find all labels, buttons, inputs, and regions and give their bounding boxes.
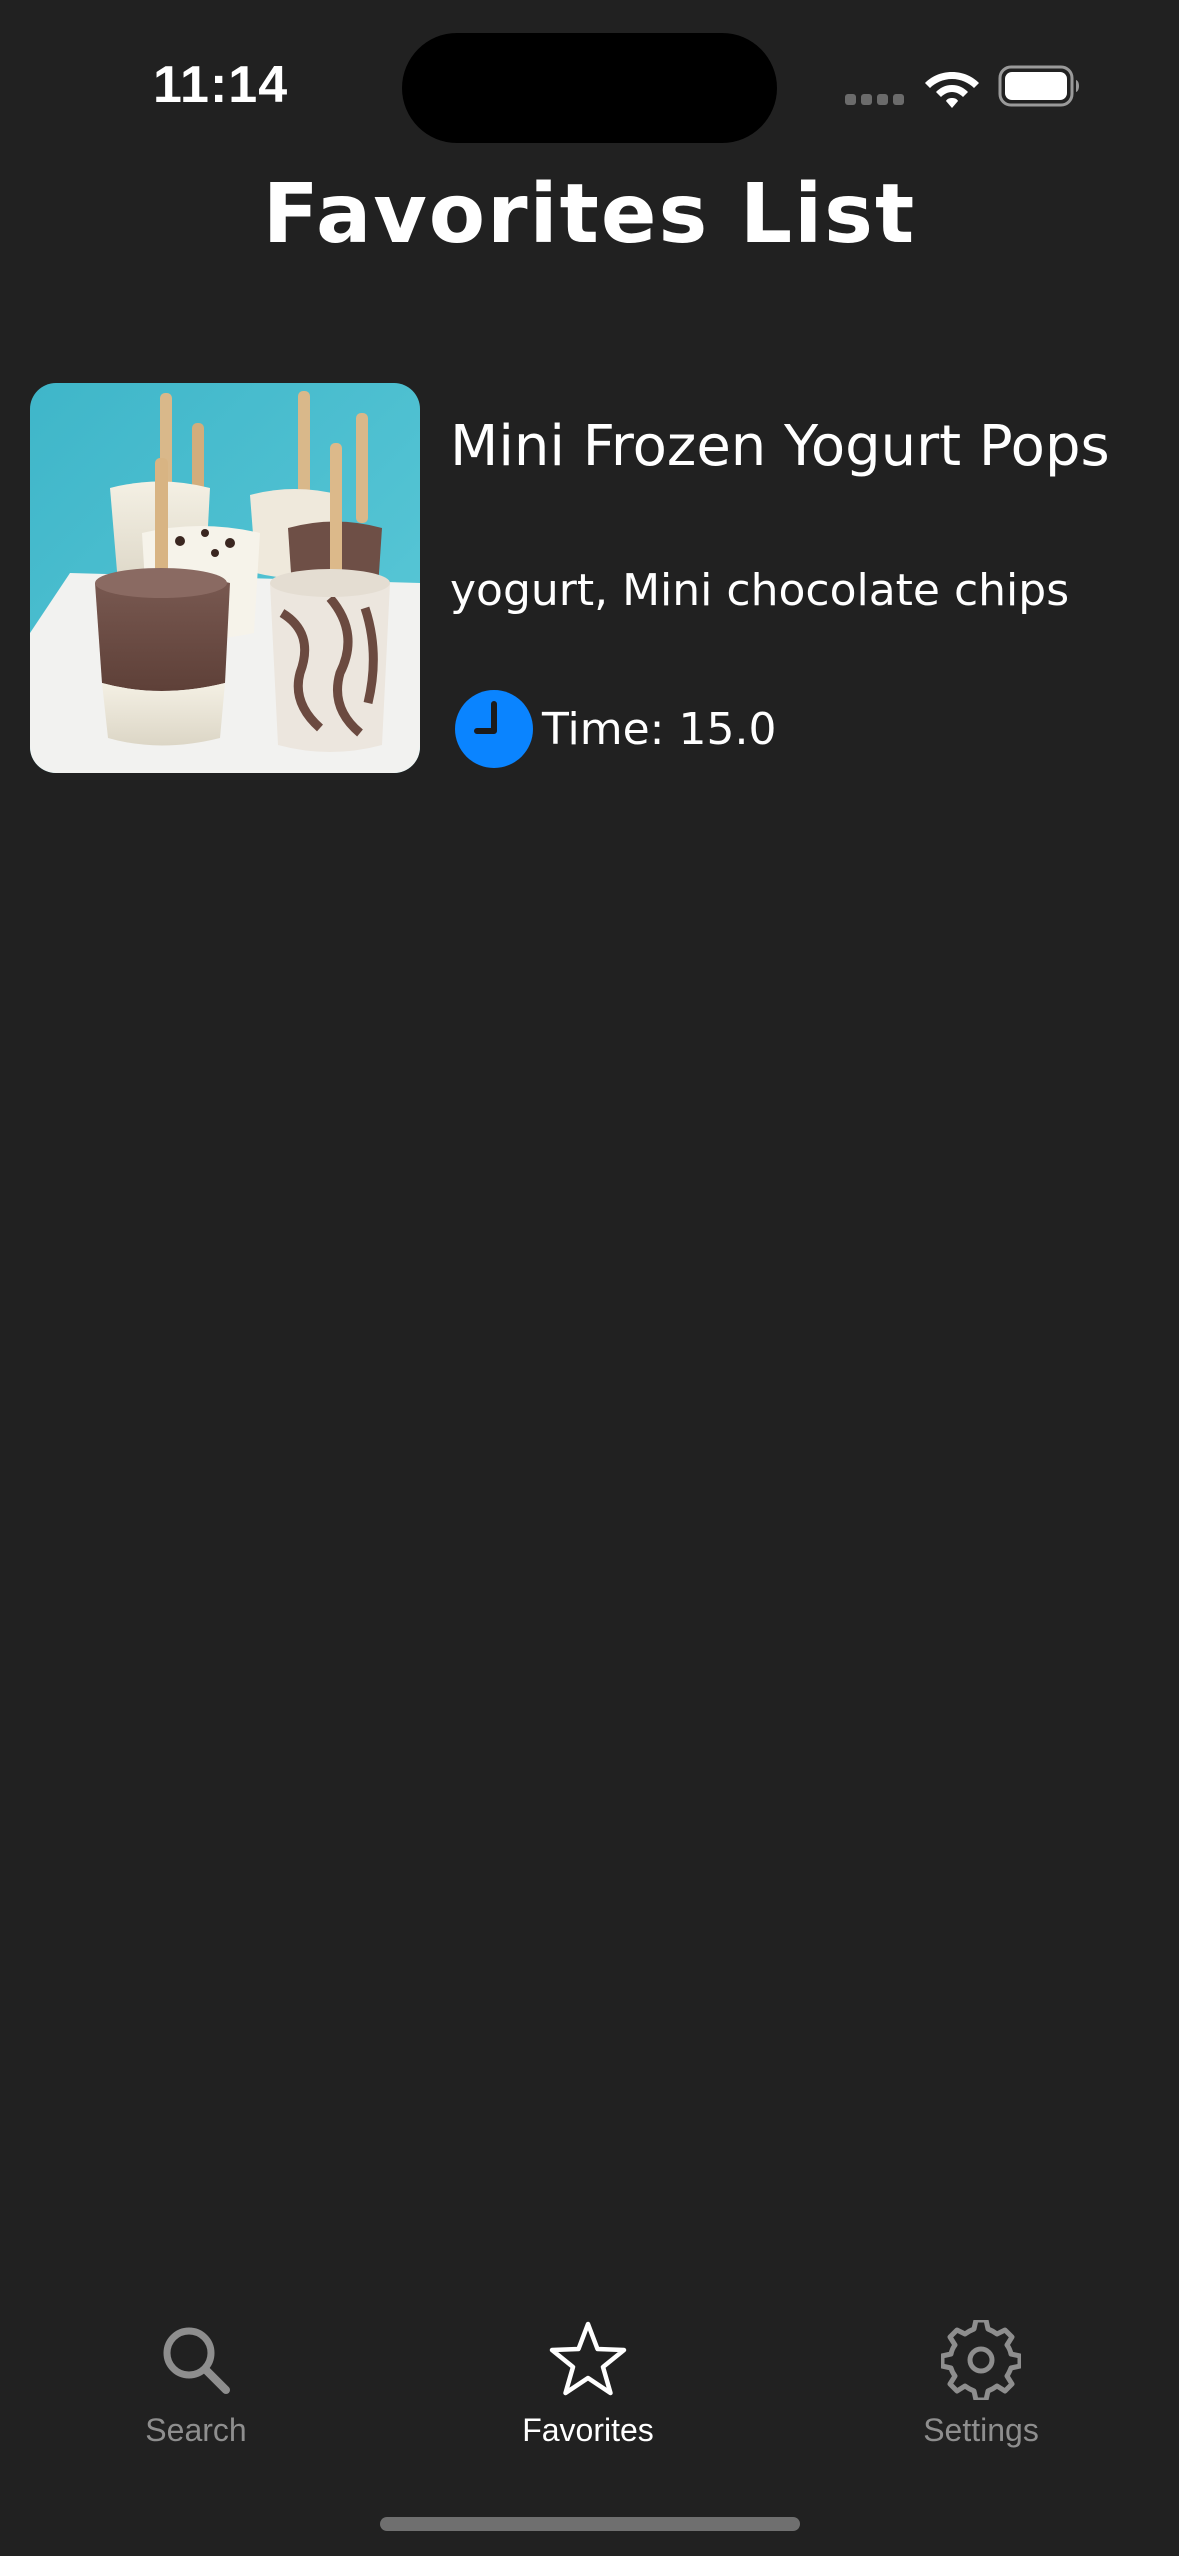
wifi-icon xyxy=(925,72,979,108)
tab-settings[interactable]: Settings xyxy=(881,2320,1081,2460)
tab-favorites[interactable]: Favorites xyxy=(488,2320,688,2460)
home-indicator[interactable] xyxy=(380,2517,800,2531)
recipe-time-label: Time: 15.0 xyxy=(542,704,777,755)
tab-search-label: Search xyxy=(145,2412,247,2448)
dynamic-island xyxy=(402,33,777,143)
recipe-ingredients: yogurt, Mini chocolate chips xyxy=(450,565,1070,616)
battery-icon xyxy=(998,65,1079,107)
gear-icon xyxy=(941,2320,1021,2400)
recipe-title: Mini Frozen Yogurt Pops xyxy=(450,414,1110,479)
tab-favorites-label: Favorites xyxy=(522,2412,654,2448)
tab-search[interactable]: Search xyxy=(96,2320,296,2460)
star-icon xyxy=(549,2321,627,2396)
favorite-list-item[interactable]: Mini Frozen Yogurt Pops yogurt, Mini cho… xyxy=(30,383,1150,773)
recipe-thumbnail xyxy=(30,383,420,773)
cellular-signal-icon xyxy=(845,92,905,106)
search-icon xyxy=(163,2327,230,2394)
status-time: 11:14 xyxy=(153,56,289,114)
tab-settings-label: Settings xyxy=(923,2412,1039,2448)
page-title: Favorites List xyxy=(262,167,917,262)
clock-icon xyxy=(455,690,533,768)
